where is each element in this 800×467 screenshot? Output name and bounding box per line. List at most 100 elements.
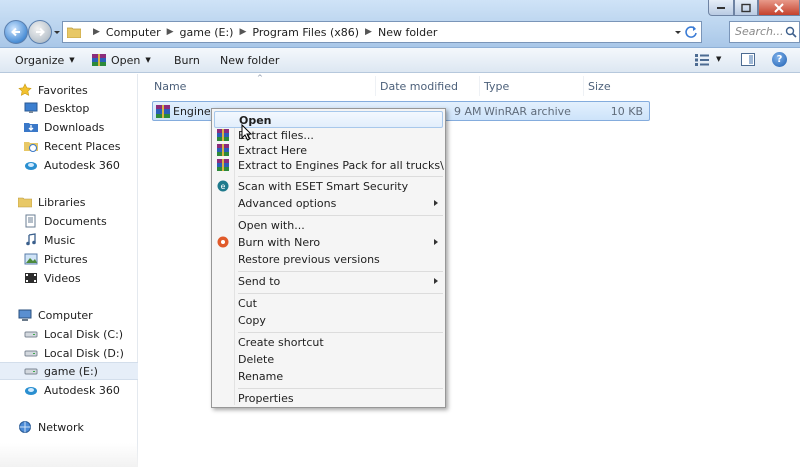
nav-computer[interactable]: Computer	[0, 306, 138, 324]
nav-libraries[interactable]: Libraries	[0, 193, 138, 211]
menu-item-copy[interactable]: Copy	[214, 312, 443, 329]
column-header-name[interactable]: Name	[154, 80, 186, 93]
file-date-modified: 9 AM	[454, 105, 482, 118]
menu-item-open-with-label: Open with...	[238, 219, 305, 232]
menu-item-extract-to-folder-label: Extract to Engines Pack for all trucks\	[238, 159, 444, 172]
menu-item-scan-eset[interactable]: e Scan with ESET Smart Security	[214, 178, 443, 195]
nav-desktop-label: Desktop	[44, 101, 90, 115]
menu-item-extract-to-folder[interactable]: Extract to Engines Pack for all trucks\	[214, 157, 444, 174]
nav-favorites-label: Favorites	[38, 83, 88, 97]
nav-game-drive[interactable]: game (E:)	[0, 362, 138, 380]
winrar-archive-icon	[156, 105, 170, 118]
column-divider[interactable]	[375, 76, 376, 96]
menu-item-properties-label: Properties	[238, 392, 294, 405]
breadcrumb-separator-icon[interactable]: ▶	[365, 27, 372, 37]
menu-item-delete[interactable]: Delete	[214, 351, 443, 368]
recent-places-icon	[24, 142, 38, 152]
nav-network[interactable]: Network	[0, 418, 138, 436]
eset-icon: e	[217, 180, 229, 192]
file-type: WinRAR archive	[484, 105, 571, 118]
back-button[interactable]	[4, 20, 28, 44]
close-icon	[774, 2, 784, 13]
refresh-icon[interactable]	[684, 25, 698, 39]
file-size: 10 KB	[610, 105, 643, 118]
nav-downloads-label: Downloads	[44, 120, 105, 134]
nav-music-label: Music	[44, 233, 76, 247]
nav-local-disk-c[interactable]: Local Disk (C:)	[0, 325, 138, 343]
breadcrumb-separator-icon[interactable]: ▶	[239, 27, 246, 37]
menu-item-delete-label: Delete	[238, 353, 275, 366]
menu-item-send-to[interactable]: Send to	[214, 273, 443, 290]
menu-item-advanced-options[interactable]: Advanced options	[214, 195, 443, 212]
menu-item-restore-previous-versions[interactable]: Restore previous versions	[214, 251, 443, 268]
column-header-type[interactable]: Type	[484, 80, 509, 93]
minimize-button[interactable]	[708, 0, 734, 16]
minimize-icon	[717, 6, 725, 9]
hard-drive-icon	[24, 331, 38, 338]
nav-autodesk-360-fav[interactable]: Autodesk 360	[0, 156, 138, 174]
column-divider[interactable]	[479, 76, 480, 96]
new-folder-button[interactable]: New folder	[220, 54, 279, 67]
network-icon	[19, 421, 31, 433]
maximize-button[interactable]	[734, 0, 758, 16]
menu-item-create-shortcut[interactable]: Create shortcut	[214, 334, 443, 351]
open-button[interactable]: Open ▼	[92, 54, 151, 67]
menu-item-cut[interactable]: Cut	[214, 295, 443, 312]
burn-button[interactable]: Burn	[174, 54, 200, 67]
preview-pane-icon[interactable]	[741, 53, 755, 66]
menu-item-copy-label: Copy	[238, 314, 266, 327]
breadcrumb-new-folder[interactable]: New folder	[378, 26, 437, 39]
address-bar[interactable]: ▶ Computer ▶ game (E:) ▶ Program Files (…	[62, 21, 702, 43]
menu-item-cut-label: Cut	[238, 297, 257, 310]
recent-pages-dropdown-icon[interactable]	[53, 26, 61, 38]
nav-local-disk-d[interactable]: Local Disk (D:)	[0, 344, 138, 362]
file-name[interactable]: Engines	[173, 105, 216, 118]
nav-computer-label: Computer	[38, 308, 93, 322]
forward-button[interactable]	[28, 20, 52, 44]
videos-icon	[25, 273, 37, 283]
nero-icon	[217, 236, 229, 248]
nav-pictures[interactable]: Pictures	[0, 250, 138, 268]
autodesk-360-icon	[25, 162, 37, 170]
breadcrumb-game-drive[interactable]: game (E:)	[180, 26, 234, 39]
nav-music[interactable]: Music	[0, 231, 138, 249]
breadcrumb-program-files[interactable]: Program Files (x86)	[252, 26, 359, 39]
breadcrumb-computer[interactable]: Computer	[106, 26, 161, 39]
nav-recent-places-label: Recent Places	[44, 139, 121, 153]
address-dropdown-icon[interactable]	[673, 26, 683, 38]
organize-menu-button[interactable]: Organize ▼	[15, 54, 75, 67]
column-divider[interactable]	[583, 76, 584, 96]
close-button[interactable]	[758, 0, 800, 16]
breadcrumb-separator-icon: ▶	[93, 27, 100, 37]
menu-item-create-shortcut-label: Create shortcut	[238, 336, 324, 349]
nav-autodesk-360-computer[interactable]: Autodesk 360	[0, 381, 138, 399]
nav-documents[interactable]: Documents	[0, 212, 138, 230]
nav-downloads[interactable]: Downloads	[0, 118, 138, 136]
search-icon[interactable]	[785, 26, 797, 38]
maximize-icon	[741, 3, 751, 12]
change-view-icon[interactable]	[695, 54, 709, 66]
menu-item-rename[interactable]: Rename	[214, 368, 443, 385]
menu-item-open-with[interactable]: Open with...	[214, 217, 443, 234]
nav-desktop[interactable]: Desktop	[0, 99, 138, 117]
desktop-icon	[24, 102, 38, 113]
menu-item-burn-with-nero-label: Burn with Nero	[238, 236, 321, 249]
documents-icon	[25, 214, 36, 228]
organize-label: Organize	[15, 54, 65, 67]
column-header-size[interactable]: Size	[588, 80, 611, 93]
nav-favorites[interactable]: Favorites	[0, 81, 138, 99]
breadcrumb-separator-icon[interactable]: ▶	[167, 27, 174, 37]
search-input[interactable]: Search...	[729, 21, 800, 43]
open-label: Open	[111, 54, 141, 67]
menu-item-properties[interactable]: Properties	[214, 390, 443, 407]
menu-item-advanced-options-label: Advanced options	[238, 197, 337, 210]
nav-videos[interactable]: Videos	[0, 269, 138, 287]
nav-local-disk-d-label: Local Disk (D:)	[44, 346, 124, 360]
submenu-arrow-icon	[434, 200, 438, 206]
menu-item-restore-previous-versions-label: Restore previous versions	[238, 253, 380, 266]
column-header-date-modified[interactable]: Date modified	[380, 80, 458, 93]
help-button[interactable]: ?	[772, 52, 787, 67]
menu-item-burn-with-nero[interactable]: Burn with Nero	[214, 234, 443, 251]
view-options-dropdown-icon[interactable]: ▼	[716, 55, 721, 63]
nav-recent-places[interactable]: Recent Places	[0, 137, 138, 155]
